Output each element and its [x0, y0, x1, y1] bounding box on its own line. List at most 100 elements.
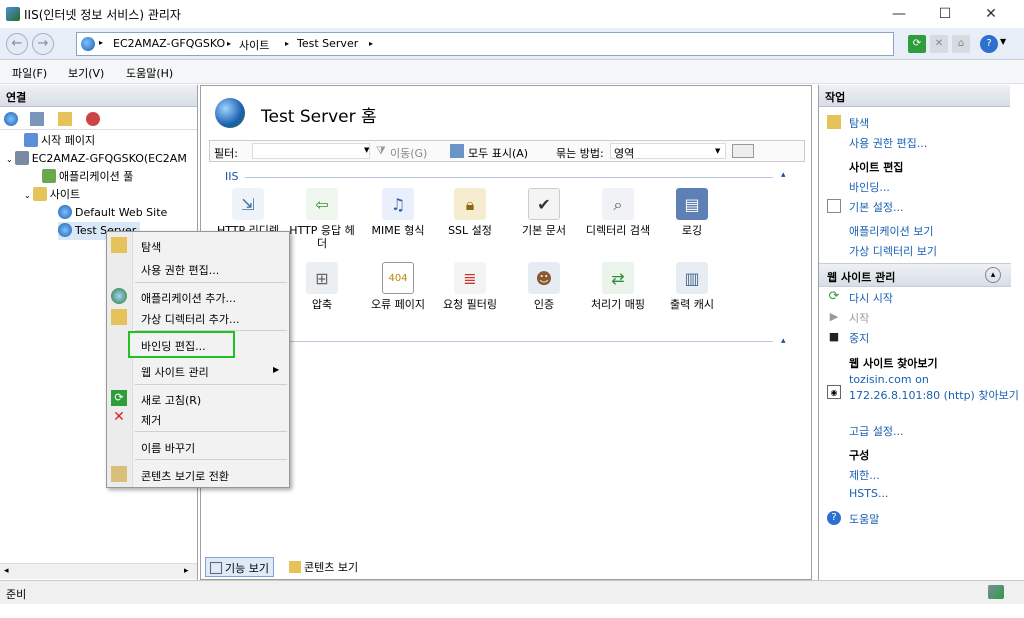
- window-title: IIS(인터넷 정보 서비스) 관리자: [24, 8, 181, 22]
- action-advanced-settings[interactable]: 고급 설정...: [849, 423, 903, 439]
- action-limits[interactable]: 제한...: [849, 467, 880, 483]
- feature-http-response-headers[interactable]: ⇦ HTTP 응답 헤더: [285, 188, 359, 250]
- action-stop[interactable]: 중지: [849, 330, 869, 346]
- up-folder-icon[interactable]: [58, 112, 72, 126]
- menu-refresh[interactable]: 새로 고침(R): [141, 392, 201, 408]
- view-mode-icon[interactable]: [732, 144, 754, 158]
- feature-authentication[interactable]: ☻ 인증: [507, 262, 581, 311]
- iis-app-icon: [6, 7, 20, 21]
- action-browse-site-line2[interactable]: 172.26.8.101:80 (http) 찾아보기: [849, 387, 1019, 403]
- group-divider: [245, 177, 773, 178]
- breadcrumb-separator: ▸: [227, 39, 232, 48]
- chevron-down-icon[interactable]: ▼: [1000, 37, 1006, 46]
- stop-icon[interactable]: ✕: [930, 35, 948, 53]
- menu-add-virtual-directory[interactable]: 가상 디렉터리 추가...: [141, 311, 239, 327]
- feature-http-redirect[interactable]: ⇲ HTTP 리디렉: [211, 188, 285, 237]
- minimize-button[interactable]: —: [876, 0, 922, 28]
- feature-directory-browsing[interactable]: ⌕ 디렉터리 검색: [581, 188, 655, 237]
- action-hsts[interactable]: HSTS...: [849, 487, 888, 500]
- save-icon[interactable]: [30, 112, 44, 126]
- menu-remove[interactable]: 제거: [141, 412, 161, 428]
- scroll-right-icon[interactable]: ▸: [184, 566, 189, 576]
- context-menu: 탐색 사용 권한 편집... 애플리케이션 추가... 가상 디렉터리 추가..…: [106, 231, 290, 488]
- feature-mime-types[interactable]: ♫ MIME 형식: [361, 188, 435, 237]
- menu-manage-website[interactable]: 웹 사이트 관리: [141, 364, 209, 380]
- tree-item-app-pools[interactable]: 애플리케이션 풀: [42, 168, 133, 186]
- tree-item-start-page[interactable]: 시작 페이지: [24, 132, 95, 150]
- feature-error-pages[interactable]: 404 오류 페이지: [361, 262, 435, 311]
- content-view-tab[interactable]: 콘텐츠 보기: [285, 557, 362, 577]
- maximize-button[interactable]: ☐: [922, 0, 968, 28]
- menu-add-application[interactable]: 애플리케이션 추가...: [141, 290, 236, 306]
- tree-item-sites[interactable]: ⌄ 사이트: [24, 186, 80, 204]
- close-button[interactable]: ✕: [968, 0, 1014, 28]
- menu-switch-to-content-view[interactable]: 콘텐츠 보기로 전환: [141, 468, 229, 484]
- menu-help[interactable]: 도움말(H): [126, 65, 173, 81]
- back-button[interactable]: ←: [6, 33, 28, 55]
- connect-icon[interactable]: [4, 112, 18, 126]
- restart-icon: ⟳: [828, 289, 840, 304]
- action-edit-permissions[interactable]: 사용 권한 편집...: [849, 135, 927, 151]
- filter-toolbar: 필터: ▼ ⧩ 이동(G) 모두 표시(A) 묶는 방법: 영역 ▼: [209, 140, 805, 162]
- filter-dropdown-icon[interactable]: ▼: [364, 146, 369, 154]
- move-button[interactable]: 이동(G): [390, 145, 427, 161]
- breadcrumb-test-server[interactable]: Test Server: [297, 37, 358, 50]
- feature-handler-mappings[interactable]: ⇄ 처리기 매핑: [581, 262, 655, 311]
- expand-chevron-icon[interactable]: ⌄: [24, 191, 31, 200]
- breadcrumb-server[interactable]: EC2AMAZ-GFQGSKO: [113, 37, 225, 50]
- menu-file[interactable]: 파일(F): [12, 65, 47, 81]
- globe-icon: [81, 37, 95, 51]
- action-restart[interactable]: 다시 시작: [849, 290, 893, 306]
- collapse-section-icon[interactable]: ▴: [985, 267, 1001, 283]
- address-bar[interactable]: ▸ EC2AMAZ-GFQGSKO ▸ 사이트 ▸ Test Server ▸: [76, 32, 894, 56]
- content-view-icon: [289, 561, 301, 573]
- feature-output-caching[interactable]: ▥ 출력 캐시: [655, 262, 729, 311]
- funnel-icon[interactable]: ⧩: [376, 144, 386, 158]
- feature-logging[interactable]: ▤ 로깅: [655, 188, 729, 237]
- action-bindings[interactable]: 바인딩...: [849, 179, 890, 195]
- features-view-tab[interactable]: 기능 보기: [205, 557, 274, 577]
- forward-button[interactable]: →: [32, 33, 54, 55]
- site-edit-header: 사이트 편집: [849, 161, 904, 174]
- action-explore[interactable]: 탐색: [849, 115, 869, 131]
- menu-explore[interactable]: 탐색: [141, 239, 161, 255]
- disconnect-icon[interactable]: [86, 112, 100, 126]
- menu-edit-bindings[interactable]: 바인딩 편집...: [141, 338, 206, 354]
- action-help[interactable]: 도움말: [849, 511, 879, 527]
- help-icon[interactable]: ?: [980, 35, 998, 53]
- app-pool-icon: [42, 169, 56, 183]
- filter-input[interactable]: [252, 143, 370, 159]
- menu-rename[interactable]: 이름 바꾸기: [141, 440, 195, 456]
- show-all-button[interactable]: 모두 표시(A): [468, 145, 528, 161]
- menu-view[interactable]: 보기(V): [68, 65, 104, 81]
- left-horizontal-scrollbar[interactable]: ◂ ▸: [0, 563, 197, 579]
- action-view-applications[interactable]: 애플리케이션 보기: [849, 223, 933, 239]
- tree-item-default-web-site[interactable]: Default Web Site: [58, 204, 167, 222]
- title-bar: IIS(인터넷 정보 서비스) 관리자 — ☐ ✕: [0, 0, 1024, 28]
- action-start[interactable]: 시작: [849, 310, 869, 326]
- collapse-group-icon[interactable]: ▴: [781, 170, 786, 180]
- filter-label: 필터:: [214, 147, 238, 160]
- action-browse-site-line1[interactable]: tozisin.com on: [849, 373, 929, 386]
- manage-website-header: 웹 사이트 관리: [827, 271, 896, 284]
- feature-request-filtering[interactable]: ≣ 요청 필터링: [433, 262, 507, 311]
- show-all-icon[interactable]: [450, 144, 464, 158]
- feature-default-document[interactable]: ✔ 기본 문서: [507, 188, 581, 237]
- breadcrumb-sites[interactable]: 사이트: [239, 37, 269, 53]
- group-by-select[interactable]: 영역 ▼: [610, 143, 726, 160]
- refresh-icon[interactable]: ⟳: [908, 35, 926, 53]
- action-basic-settings[interactable]: 기본 설정...: [849, 199, 903, 215]
- expand-chevron-icon[interactable]: ⌄: [6, 155, 13, 164]
- feature-ssl-settings[interactable]: 🔒︎ SSL 설정: [433, 188, 507, 237]
- logging-icon: ▤: [676, 188, 708, 220]
- add-application-icon: [111, 288, 127, 304]
- home-icon[interactable]: ⌂: [952, 35, 970, 53]
- user-icon: ☻: [528, 262, 560, 294]
- scroll-left-icon[interactable]: ◂: [4, 566, 9, 576]
- output-cache-icon: ▥: [676, 262, 708, 294]
- tree-item-server[interactable]: ⌄ EC2AMAZ-GFQGSKO(EC2AM: [6, 150, 187, 168]
- action-view-virtual-directories[interactable]: 가상 디렉터리 보기: [849, 243, 937, 259]
- menu-edit-permissions[interactable]: 사용 권한 편집...: [141, 262, 219, 278]
- collapse-group-icon[interactable]: ▴: [781, 336, 786, 346]
- feature-compression[interactable]: ⊞ 압축: [285, 262, 359, 311]
